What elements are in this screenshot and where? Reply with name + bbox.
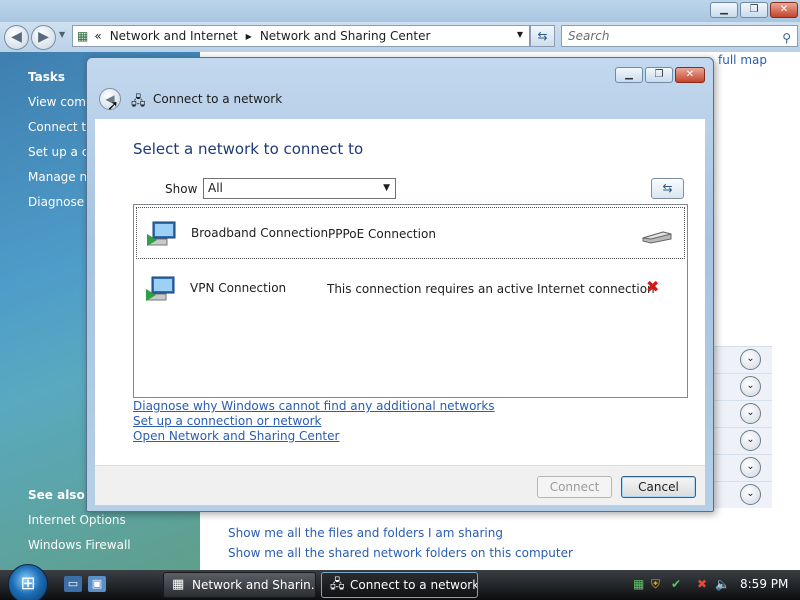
breadcrumb-overflow[interactable]: « <box>94 29 101 43</box>
breadcrumb-network-internet[interactable]: Network and Internet <box>110 29 238 43</box>
search-placeholder: Search <box>568 29 610 43</box>
cancel-button[interactable]: Cancel <box>621 476 696 498</box>
tasks-heading: Tasks <box>28 70 66 84</box>
network-description: PPPoE Connection <box>328 227 436 241</box>
dialog-minimize-button[interactable]: ▁ <box>615 67 643 83</box>
show-desktop-icon[interactable]: ▭ <box>64 576 82 592</box>
search-input[interactable]: Search ⚲ <box>561 25 798 47</box>
network-folder-icon: ▦ <box>172 577 185 592</box>
network-connection-icon <box>146 276 175 301</box>
expand-chevron-icon[interactable]: ⌄ <box>740 430 761 451</box>
list-item-vpn[interactable]: VPN Connection This connection requires … <box>136 263 685 315</box>
expand-chevron-icon[interactable]: ⌄ <box>740 484 761 505</box>
window-title-bar: ▁ ❐ ✕ <box>0 0 800 22</box>
mouse-pointer-icon: ➚ <box>107 98 119 114</box>
close-button[interactable]: ✕ <box>770 2 798 18</box>
show-filter-value: All <box>208 181 223 195</box>
open-sharing-center-link[interactable]: Open Network and Sharing Center <box>133 429 339 443</box>
connect-to-network-dialog: ▁ ❐ ✕ ◀ ➚ 🖧 Connect to a network Select … <box>86 57 714 512</box>
start-button[interactable]: ⊞ <box>8 564 48 600</box>
breadcrumb-sharing-center[interactable]: Network and Sharing Center <box>260 29 431 43</box>
breadcrumb-separator-icon: ▶ <box>245 31 252 41</box>
maximize-button[interactable]: ❐ <box>740 2 768 18</box>
network-disconnected-icon[interactable]: ✖ <box>697 577 707 591</box>
view-full-map-link[interactable]: full map <box>718 53 767 67</box>
taskbar-sharing-center-button[interactable]: ▦ Network and Sharin... <box>163 572 316 598</box>
expand-chevron-icon[interactable]: ⌄ <box>740 457 761 478</box>
task-link-manage[interactable]: Manage ne <box>28 170 94 184</box>
checkmark-icon[interactable]: ✔ <box>671 577 681 591</box>
connect-button[interactable]: Connect <box>537 476 612 498</box>
refresh-networks-button[interactable]: ⇆ <box>651 178 684 199</box>
minimize-button[interactable]: ▁ <box>710 2 738 18</box>
dialog-title: Connect to a network <box>153 92 283 106</box>
network-name: VPN Connection <box>190 281 287 295</box>
chevron-down-icon: ▼ <box>383 183 390 193</box>
list-item-broadband[interactable]: Broadband Connection PPPoE Connection <box>136 207 685 259</box>
network-description: This connection requires an active Inter… <box>327 282 655 296</box>
task-link-connect[interactable]: Connect to <box>28 120 93 134</box>
internet-options-link[interactable]: Internet Options <box>28 513 126 527</box>
select-network-heading: Select a network to connect to <box>133 140 364 158</box>
expand-chevron-icon[interactable]: ⌄ <box>740 349 761 370</box>
diagnose-networks-link[interactable]: Diagnose why Windows cannot find any add… <box>133 399 495 413</box>
show-label: Show <box>165 182 198 196</box>
expand-chevron-icon[interactable]: ⌄ <box>740 403 761 424</box>
dialog-close-button[interactable]: ✕ <box>675 67 705 83</box>
modem-icon <box>642 231 672 244</box>
network-connect-icon: 🖧 <box>131 94 146 109</box>
network-tray-icon[interactable]: ▦ <box>633 577 644 591</box>
expand-chevron-icon[interactable]: ⌄ <box>740 376 761 397</box>
address-bar[interactable]: ▦ « Network and Internet ▶ Network and S… <box>72 25 530 47</box>
network-list: Broadband Connection PPPoE Connection VP… <box>133 204 688 398</box>
volume-icon[interactable]: 🔈 <box>715 577 730 591</box>
refresh-button[interactable]: ⇆ <box>530 25 555 47</box>
see-also-heading: See also <box>28 488 85 502</box>
network-name: Broadband Connection <box>191 226 329 240</box>
taskbar: ⊞ ▭ ▣ ▦ Network and Sharin... 🖧 Connect … <box>0 564 800 600</box>
taskbar-connect-network-button[interactable]: 🖧 Connect to a network <box>321 572 478 598</box>
back-button[interactable]: ◀ <box>4 25 29 50</box>
recent-pages-chevron-icon[interactable]: ▼ <box>59 30 65 39</box>
windows-firewall-link[interactable]: Windows Firewall <box>28 538 131 552</box>
network-connection-icon <box>147 221 176 246</box>
network-folder-icon: ▦ <box>77 29 89 43</box>
search-icon[interactable]: ⚲ <box>782 28 791 48</box>
taskbar-button-label: Network and Sharin... <box>192 578 316 592</box>
task-link-view[interactable]: View comp <box>28 95 94 109</box>
dialog-footer: Connect Cancel <box>95 465 705 505</box>
clock[interactable]: 8:59 PM <box>740 577 788 591</box>
security-shield-icon[interactable]: ⛨ <box>651 577 660 592</box>
unavailable-x-icon: ✖ <box>646 277 660 296</box>
dialog-body: Select a network to connect to Show All … <box>95 119 705 465</box>
show-shared-folders-link[interactable]: Show me all the shared network folders o… <box>228 546 573 560</box>
show-filter-select[interactable]: All ▼ <box>203 178 396 199</box>
taskbar-button-label: Connect to a network <box>350 578 478 592</box>
forward-button[interactable]: ▶ <box>31 25 56 50</box>
switch-windows-icon[interactable]: ▣ <box>88 576 106 592</box>
setup-connection-link[interactable]: Set up a connection or network <box>133 414 321 428</box>
network-connect-icon: 🖧 <box>330 577 345 592</box>
show-shared-files-link[interactable]: Show me all the files and folders I am s… <box>228 526 503 540</box>
dialog-maximize-button[interactable]: ❐ <box>645 67 673 83</box>
address-dropdown-icon[interactable]: ▼ <box>517 30 523 39</box>
